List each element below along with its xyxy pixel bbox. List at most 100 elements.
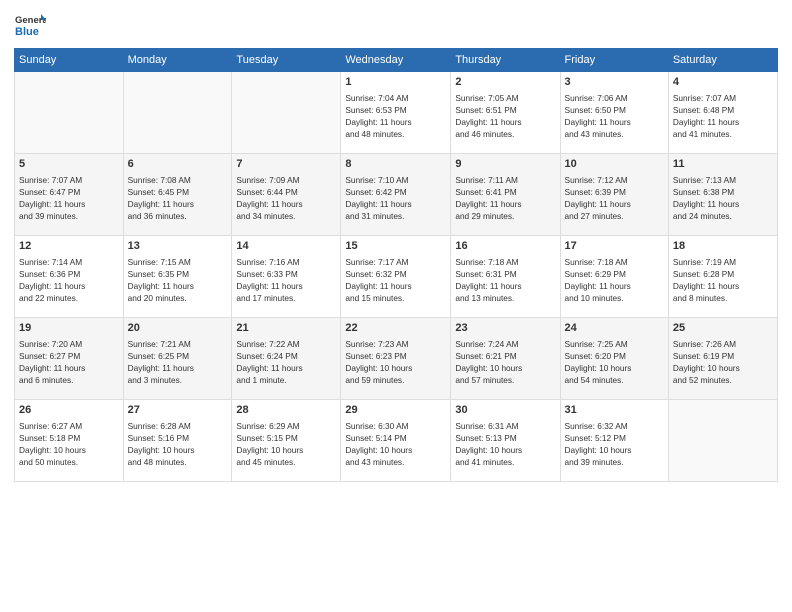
day-info: Sunrise: 6:29 AM Sunset: 5:15 PM Dayligh…	[236, 420, 336, 468]
day-info: Sunrise: 7:18 AM Sunset: 6:29 PM Dayligh…	[565, 256, 664, 304]
day-info: Sunrise: 7:05 AM Sunset: 6:51 PM Dayligh…	[455, 92, 555, 140]
weekday-header-row: SundayMondayTuesdayWednesdayThursdayFrid…	[15, 49, 778, 72]
day-number: 15	[345, 239, 446, 254]
day-info: Sunrise: 7:20 AM Sunset: 6:27 PM Dayligh…	[19, 338, 119, 386]
day-info: Sunrise: 7:10 AM Sunset: 6:42 PM Dayligh…	[345, 174, 446, 222]
calendar-cell: 1Sunrise: 7:04 AM Sunset: 6:53 PM Daylig…	[341, 72, 451, 154]
day-info: Sunrise: 7:09 AM Sunset: 6:44 PM Dayligh…	[236, 174, 336, 222]
weekday-header-friday: Friday	[560, 49, 668, 72]
day-number: 18	[673, 239, 773, 254]
day-number: 12	[19, 239, 119, 254]
calendar-cell: 26Sunrise: 6:27 AM Sunset: 5:18 PM Dayli…	[15, 400, 124, 482]
calendar-cell	[232, 72, 341, 154]
weekday-header-wednesday: Wednesday	[341, 49, 451, 72]
calendar-cell: 6 Sunrise: 7:08 AM Sunset: 6:45 PM Daylig…	[123, 154, 232, 236]
day-number: 9	[455, 157, 555, 172]
day-info: Sunrise: 7:13 AM Sunset: 6:38 PM Dayligh…	[673, 174, 773, 222]
logo-graphic: General Blue	[14, 10, 46, 42]
logo: General Blue	[14, 10, 46, 42]
day-number: 2	[455, 75, 555, 90]
day-info: Sunrise: 7:12 AM Sunset: 6:39 PM Dayligh…	[565, 174, 664, 222]
day-info: Sunrise: 7:24 AM Sunset: 6:21 PM Dayligh…	[455, 338, 555, 386]
day-number: 7	[236, 157, 336, 172]
day-number: 30	[455, 403, 555, 418]
calendar-cell: 10 Sunrise: 7:12 AM Sunset: 6:39 PM Dayli…	[560, 154, 668, 236]
day-info: Sunrise: 7:08 AM Sunset: 6:45 PM Dayligh…	[128, 174, 228, 222]
calendar-cell: 8Sunrise: 7:10 AM Sunset: 6:42 PM Daylig…	[341, 154, 451, 236]
day-number: 19	[19, 321, 119, 336]
calendar-cell	[668, 400, 777, 482]
calendar-cell: 12 Sunrise: 7:14 AM Sunset: 6:36 PM Dayli…	[15, 236, 124, 318]
calendar-cell: 25 Sunrise: 7:26 AM Sunset: 6:19 PM Dayli…	[668, 318, 777, 400]
day-number: 29	[345, 403, 446, 418]
day-number: 26	[19, 403, 119, 418]
header: General Blue	[14, 10, 778, 42]
day-info: Sunrise: 7:22 AM Sunset: 6:24 PM Dayligh…	[236, 338, 336, 386]
day-info: Sunrise: 7:23 AM Sunset: 6:23 PM Dayligh…	[345, 338, 446, 386]
calendar-week-5: 26Sunrise: 6:27 AM Sunset: 5:18 PM Dayli…	[15, 400, 778, 482]
day-info: Sunrise: 7:18 AM Sunset: 6:31 PM Dayligh…	[455, 256, 555, 304]
calendar-week-2: 5Sunrise: 7:07 AM Sunset: 6:47 PM Daylig…	[15, 154, 778, 236]
calendar-cell: 31Sunrise: 6:32 AM Sunset: 5:12 PM Dayli…	[560, 400, 668, 482]
calendar-cell: 15 Sunrise: 7:17 AM Sunset: 6:32 PM Dayli…	[341, 236, 451, 318]
calendar-cell: 28 Sunrise: 6:29 AM Sunset: 5:15 PM Dayli…	[232, 400, 341, 482]
day-info: Sunrise: 7:07 AM Sunset: 6:48 PM Dayligh…	[673, 92, 773, 140]
day-number: 13	[128, 239, 228, 254]
day-info: Sunrise: 6:32 AM Sunset: 5:12 PM Dayligh…	[565, 420, 664, 468]
day-info: Sunrise: 7:06 AM Sunset: 6:50 PM Dayligh…	[565, 92, 664, 140]
day-info: Sunrise: 6:30 AM Sunset: 5:14 PM Dayligh…	[345, 420, 446, 468]
day-number: 17	[565, 239, 664, 254]
calendar-cell: 4 Sunrise: 7:07 AM Sunset: 6:48 PM Daylig…	[668, 72, 777, 154]
weekday-header-tuesday: Tuesday	[232, 49, 341, 72]
calendar-cell: 29 Sunrise: 6:30 AM Sunset: 5:14 PM Dayli…	[341, 400, 451, 482]
calendar-cell: 16 Sunrise: 7:18 AM Sunset: 6:31 PM Dayli…	[451, 236, 560, 318]
weekday-header-saturday: Saturday	[668, 49, 777, 72]
calendar-cell: 7 Sunrise: 7:09 AM Sunset: 6:44 PM Daylig…	[232, 154, 341, 236]
calendar-cell	[123, 72, 232, 154]
day-number: 6	[128, 157, 228, 172]
page-container: General Blue SundayMondayTuesdayWednesda…	[0, 0, 792, 612]
day-info: Sunrise: 6:28 AM Sunset: 5:16 PM Dayligh…	[128, 420, 228, 468]
calendar-cell: 9 Sunrise: 7:11 AM Sunset: 6:41 PM Daylig…	[451, 154, 560, 236]
calendar-cell: 11 Sunrise: 7:13 AM Sunset: 6:38 PM Dayli…	[668, 154, 777, 236]
day-info: Sunrise: 6:31 AM Sunset: 5:13 PM Dayligh…	[455, 420, 555, 468]
day-info: Sunrise: 7:25 AM Sunset: 6:20 PM Dayligh…	[565, 338, 664, 386]
day-info: Sunrise: 7:26 AM Sunset: 6:19 PM Dayligh…	[673, 338, 773, 386]
calendar-cell: 13Sunrise: 7:15 AM Sunset: 6:35 PM Dayli…	[123, 236, 232, 318]
day-number: 16	[455, 239, 555, 254]
calendar-cell: 14Sunrise: 7:16 AM Sunset: 6:33 PM Dayli…	[232, 236, 341, 318]
day-info: Sunrise: 7:11 AM Sunset: 6:41 PM Dayligh…	[455, 174, 555, 222]
day-number: 4	[673, 75, 773, 90]
calendar-cell: 24 Sunrise: 7:25 AM Sunset: 6:20 PM Dayli…	[560, 318, 668, 400]
calendar-cell: 22 Sunrise: 7:23 AM Sunset: 6:23 PM Dayli…	[341, 318, 451, 400]
calendar-week-4: 19 Sunrise: 7:20 AM Sunset: 6:27 PM Dayli…	[15, 318, 778, 400]
day-number: 21	[236, 321, 336, 336]
calendar-cell: 21 Sunrise: 7:22 AM Sunset: 6:24 PM Dayli…	[232, 318, 341, 400]
day-number: 11	[673, 157, 773, 172]
day-info: Sunrise: 7:14 AM Sunset: 6:36 PM Dayligh…	[19, 256, 119, 304]
logo-svg: General Blue	[14, 10, 46, 42]
day-number: 5	[19, 157, 119, 172]
calendar-cell: 5Sunrise: 7:07 AM Sunset: 6:47 PM Daylig…	[15, 154, 124, 236]
day-number: 24	[565, 321, 664, 336]
day-number: 27	[128, 403, 228, 418]
day-info: Sunrise: 7:16 AM Sunset: 6:33 PM Dayligh…	[236, 256, 336, 304]
calendar-cell	[15, 72, 124, 154]
day-number: 28	[236, 403, 336, 418]
svg-text:Blue: Blue	[15, 26, 39, 38]
day-number: 22	[345, 321, 446, 336]
day-number: 3	[565, 75, 664, 90]
calendar-cell: 2 Sunrise: 7:05 AM Sunset: 6:51 PM Daylig…	[451, 72, 560, 154]
day-info: Sunrise: 7:17 AM Sunset: 6:32 PM Dayligh…	[345, 256, 446, 304]
calendar-week-1: 1Sunrise: 7:04 AM Sunset: 6:53 PM Daylig…	[15, 72, 778, 154]
day-number: 10	[565, 157, 664, 172]
weekday-header-thursday: Thursday	[451, 49, 560, 72]
day-number: 25	[673, 321, 773, 336]
calendar-cell: 19 Sunrise: 7:20 AM Sunset: 6:27 PM Dayli…	[15, 318, 124, 400]
calendar-cell: 3 Sunrise: 7:06 AM Sunset: 6:50 PM Daylig…	[560, 72, 668, 154]
day-info: Sunrise: 7:04 AM Sunset: 6:53 PM Dayligh…	[345, 92, 446, 140]
calendar-cell: 17 Sunrise: 7:18 AM Sunset: 6:29 PM Dayli…	[560, 236, 668, 318]
weekday-header-monday: Monday	[123, 49, 232, 72]
weekday-header-sunday: Sunday	[15, 49, 124, 72]
calendar-cell: 18Sunrise: 7:19 AM Sunset: 6:28 PM Dayli…	[668, 236, 777, 318]
